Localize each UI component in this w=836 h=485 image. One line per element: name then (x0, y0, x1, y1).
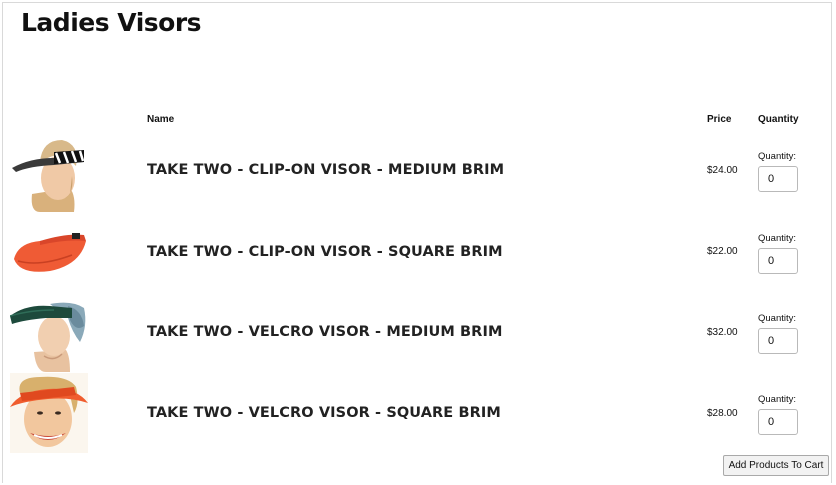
product-row: TAKE TWO - VELCRO VISOR - MEDIUM BRIM $3… (0, 292, 836, 372)
product-row: TAKE TWO - CLIP-ON VISOR - MEDIUM BRIM $… (0, 132, 836, 212)
product-name[interactable]: TAKE TWO - CLIP-ON VISOR - MEDIUM BRIM (147, 162, 504, 178)
product-row: TAKE TWO - CLIP-ON VISOR - SQUARE BRIM $… (0, 213, 836, 293)
product-image[interactable] (10, 213, 88, 293)
product-image[interactable] (10, 292, 88, 372)
quantity-label: Quantity: (758, 313, 797, 324)
add-products-to-cart-button[interactable]: Add Products To Cart (723, 455, 829, 476)
quantity-input[interactable] (758, 248, 798, 274)
column-header-name: Name (147, 114, 175, 125)
product-image[interactable] (10, 373, 88, 453)
quantity-input[interactable] (758, 328, 798, 354)
product-name[interactable]: TAKE TWO - VELCRO VISOR - MEDIUM BRIM (147, 324, 502, 340)
column-header-price: Price (707, 114, 732, 125)
quantity-input[interactable] (758, 409, 798, 435)
page-title: Ladies Visors (21, 8, 202, 37)
quantity-label: Quantity: (758, 151, 797, 162)
quantity-label: Quantity: (758, 394, 797, 405)
product-price: $28.00 (707, 408, 738, 419)
product-price: $24.00 (707, 165, 738, 176)
column-header-quantity: Quantity (758, 114, 799, 125)
product-name[interactable]: TAKE TWO - VELCRO VISOR - SQUARE BRIM (147, 405, 501, 421)
product-price: $32.00 (707, 327, 738, 338)
product-image[interactable] (10, 132, 88, 212)
product-name[interactable]: TAKE TWO - CLIP-ON VISOR - SQUARE BRIM (147, 244, 503, 260)
quantity-label: Quantity: (758, 233, 797, 244)
quantity-input[interactable] (758, 166, 798, 192)
product-row: TAKE TWO - VELCRO VISOR - SQUARE BRIM $2… (0, 373, 836, 453)
product-price: $22.00 (707, 246, 738, 257)
